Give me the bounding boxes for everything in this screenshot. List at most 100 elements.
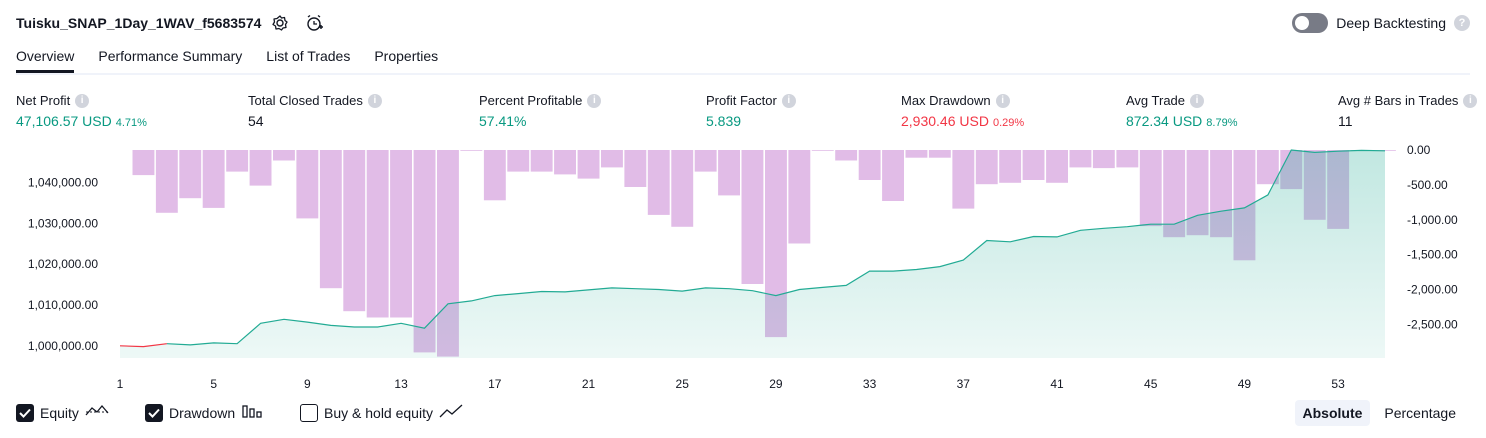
drawdown-bar [366, 150, 389, 318]
right-axis-tick-label: -1,000.00 [1407, 213, 1458, 227]
drawdown-bar [882, 150, 904, 201]
metric-value: 57.41% [479, 113, 527, 129]
drawdown-bar [179, 150, 202, 199]
info-icon[interactable]: i [1463, 93, 1478, 108]
tab-bar: Overview Performance Summary List of Tra… [16, 48, 438, 73]
legend-buy-hold[interactable]: Buy & hold equity [300, 403, 463, 422]
right-axis-tick-label: -500.00 [1407, 178, 1448, 192]
drawdown-bar [507, 150, 530, 172]
metric-label: Avg # Bars in Trades [1338, 93, 1459, 108]
metric-label: Net Profit [16, 93, 71, 108]
deep-backtesting-label: Deep Backtesting [1336, 15, 1446, 31]
x-axis-tick-label: 45 [1144, 377, 1158, 391]
drawdown-bar [273, 150, 295, 161]
left-axis-tick-label: 1,040,000.00 [28, 176, 98, 190]
drawdown-bar [671, 150, 694, 227]
buy-hold-line-icon [439, 403, 463, 422]
right-axis-tick-label: 0.00 [1407, 143, 1431, 157]
x-axis-tick-label: 1 [117, 377, 124, 391]
metric-avg-bars: Avg # Bars in Trades i 11 [1338, 93, 1478, 129]
x-axis-tick-label: 5 [210, 377, 217, 391]
info-icon[interactable]: i [367, 93, 382, 108]
metric-value: 2,930.46 USD [901, 113, 989, 129]
drawdown-bar [530, 150, 553, 172]
legend-equity[interactable]: Equity [16, 403, 109, 422]
tab-list-of-trades[interactable]: List of Trades [266, 48, 350, 73]
strategy-title: Tuisku_SNAP_1Day_1WAV_f5683574 [16, 15, 262, 31]
drawdown-bar [577, 150, 600, 179]
question-icon[interactable]: ? [1454, 15, 1470, 31]
drawdown-bar [975, 150, 998, 185]
metric-total-closed-trades: Total Closed Trades i 54 [248, 93, 382, 129]
deep-backtesting-control: Deep Backtesting ? [1292, 13, 1470, 33]
x-axis-tick-label: 25 [676, 377, 690, 391]
x-axis-tick-label: 9 [304, 377, 311, 391]
drawdown-bar [741, 150, 764, 284]
drawdown-bar [1046, 150, 1068, 183]
alarm-plus-icon[interactable] [304, 13, 324, 33]
metric-label: Max Drawdown [901, 93, 991, 108]
drawdown-bar [202, 150, 225, 208]
drawdown-bar [718, 150, 740, 196]
metric-percent-profitable: Percent Profitable i 57.41% [479, 93, 602, 129]
metric-label: Percent Profitable [479, 93, 583, 108]
drawdown-bar [601, 150, 623, 168]
drawdown-bar [155, 150, 178, 213]
drawdown-bar [226, 150, 249, 172]
drawdown-bars-icon [241, 403, 263, 422]
info-icon[interactable]: i [781, 93, 796, 108]
drawdown-bar [296, 150, 319, 219]
metric-value: 872.34 USD [1126, 113, 1203, 129]
metric-value: 47,106.57 USD [16, 113, 112, 129]
drawdown-bar [249, 150, 272, 186]
drawdown-bar [554, 150, 576, 175]
metric-label: Avg Trade [1126, 93, 1186, 108]
drawdown-bar [483, 150, 506, 201]
x-axis-tick-label: 29 [769, 377, 783, 391]
drawdown-checkbox[interactable] [145, 403, 163, 422]
legend-label: Drawdown [169, 404, 236, 421]
metric-avg-trade: Avg Trade i 872.34 USD 8.79% [1126, 93, 1237, 129]
left-axis-tick-label: 1,010,000.00 [28, 298, 98, 312]
info-icon[interactable]: i [1190, 93, 1205, 108]
drawdown-bar [858, 150, 881, 180]
left-axis-tick-label: 1,000,000.00 [28, 339, 98, 353]
drawdown-bar [343, 150, 366, 312]
equity-checkbox[interactable] [16, 403, 34, 422]
info-icon[interactable]: i [995, 93, 1010, 108]
right-axis-tick-label: -2,500.00 [1407, 318, 1458, 332]
equity-drawdown-chart[interactable]: 1,000,000.00 1,010,000.00 1,020,000.00 1,03… [0, 140, 1486, 400]
right-axis-tick-label: -2,000.00 [1407, 283, 1458, 297]
left-axis-tick-label: 1,030,000.00 [28, 216, 98, 230]
tab-overview[interactable]: Overview [16, 48, 75, 73]
drawdown-bar [460, 150, 483, 151]
metric-value: 5.839 [706, 113, 742, 129]
drawdown-bar [390, 150, 412, 318]
metric-value: 54 [248, 113, 264, 129]
tab-divider [16, 73, 1470, 75]
x-axis-tick-label: 41 [1050, 377, 1064, 391]
metric-label: Profit Factor [706, 93, 777, 108]
legend-label: Buy & hold equity [324, 404, 433, 421]
drawdown-bar [905, 150, 928, 158]
info-icon[interactable]: i [587, 93, 602, 108]
percentage-button[interactable]: Percentage [1376, 400, 1464, 426]
x-axis-tick-label: 49 [1238, 377, 1252, 391]
drawdown-bar [1116, 150, 1139, 168]
deep-backtesting-toggle[interactable] [1292, 13, 1329, 33]
gear-icon[interactable] [270, 13, 290, 33]
drawdown-bar [132, 150, 155, 176]
absolute-button[interactable]: Absolute [1294, 400, 1371, 426]
tab-performance-summary[interactable]: Performance Summary [98, 48, 242, 73]
drawdown-bar [835, 150, 858, 161]
metric-label: Total Closed Trades [248, 93, 363, 108]
info-icon[interactable]: i [75, 93, 90, 108]
drawdown-bar [811, 150, 834, 151]
x-axis-tick-label: 21 [582, 377, 596, 391]
drawdown-bar [1069, 150, 1092, 168]
drawdown-bar [1139, 150, 1162, 227]
buy-hold-checkbox[interactable] [300, 403, 318, 422]
legend-drawdown[interactable]: Drawdown [145, 403, 263, 422]
drawdown-bar [624, 150, 647, 187]
tab-properties[interactable]: Properties [374, 48, 438, 73]
